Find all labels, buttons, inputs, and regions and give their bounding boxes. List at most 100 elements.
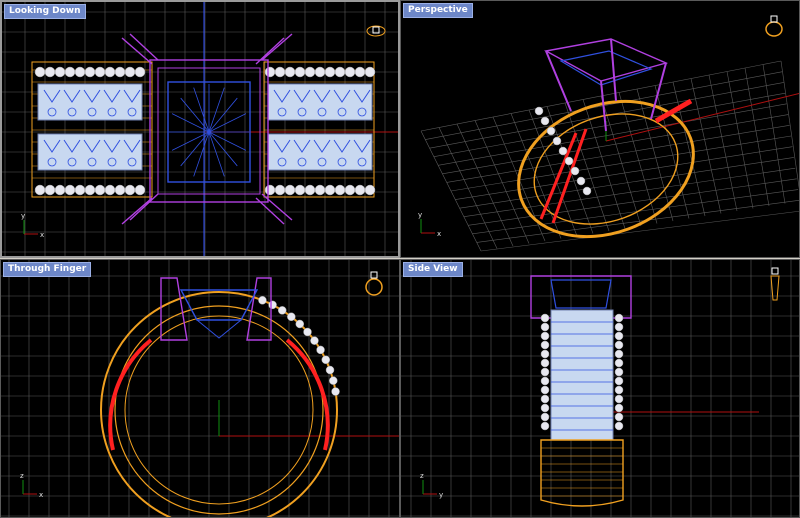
side-stone [314, 66, 326, 78]
side-stone [614, 367, 624, 377]
side-stone [614, 412, 624, 422]
side-stone [614, 322, 624, 332]
grid-lines [1, 260, 399, 517]
side-stone [104, 66, 116, 78]
pave-block [550, 309, 614, 441]
prong [610, 38, 617, 102]
side-stone [284, 66, 296, 78]
side-stone [304, 66, 316, 78]
viewport-looking-down[interactable]: Looking Down xy [0, 0, 400, 258]
side-stone [274, 66, 286, 78]
side-stone [582, 186, 592, 196]
side-stone [124, 184, 136, 196]
side-stone [54, 66, 66, 78]
side-stone [304, 184, 316, 196]
side-stone [294, 66, 306, 78]
triad-label-x: x [40, 231, 44, 239]
side-stone [552, 136, 562, 146]
viewport-through-finger[interactable]: Through Finger xz [0, 259, 400, 518]
side-stone [614, 358, 624, 368]
side-stone [540, 394, 550, 404]
side-stone [64, 184, 76, 196]
side-stone [540, 376, 550, 386]
side-stone [614, 403, 624, 413]
triad-label-x: x [39, 491, 43, 499]
side-stone [564, 156, 574, 166]
viewport-title[interactable]: Perspective [403, 3, 473, 18]
side-stone [614, 376, 624, 386]
side-stone [540, 116, 550, 126]
side-stone [344, 184, 356, 196]
side-stone [344, 66, 356, 78]
side-stone [540, 313, 550, 323]
side-stone [74, 66, 86, 78]
side-stone [614, 313, 624, 323]
triad-label-y: y [439, 491, 443, 499]
side-stone [558, 146, 568, 156]
side-stone [124, 66, 136, 78]
stone-facet [208, 131, 238, 167]
triad-label-z: z [420, 472, 424, 480]
side-stone [268, 300, 277, 310]
side-stone [274, 184, 286, 196]
side-stone [34, 66, 46, 78]
prong [255, 193, 293, 225]
side-stone [310, 336, 319, 345]
highlight-rail [108, 338, 153, 451]
side-stone [303, 327, 312, 337]
viewport-perspective[interactable]: Perspective x y [400, 0, 800, 258]
viewport-title[interactable]: Side View [403, 262, 463, 277]
side-stone [540, 340, 550, 350]
side-stone [334, 184, 346, 196]
ring-mini-icon [765, 15, 783, 37]
side-stone [134, 184, 146, 196]
side-stone [354, 184, 366, 196]
triad-label-y: y [418, 211, 422, 219]
viewport-side-view[interactable]: Side View yz [400, 259, 800, 518]
side-stone [84, 184, 96, 196]
side-stone [284, 184, 296, 196]
side-stone [540, 421, 550, 431]
viewport-title[interactable]: Through Finger [3, 262, 92, 277]
side-stone [295, 319, 305, 329]
side-stone [94, 184, 106, 196]
prong [160, 277, 272, 341]
side-stone [540, 367, 550, 377]
grid-through-finger: xz [1, 260, 399, 517]
side-stone [540, 412, 550, 422]
side-stone [277, 306, 287, 315]
side-stone [325, 365, 335, 375]
side-stone [321, 355, 331, 365]
side-stone [570, 166, 580, 176]
ring-mini-icon [366, 25, 386, 37]
side-stone [114, 66, 126, 78]
side-stone [614, 421, 624, 431]
side-stone [74, 184, 86, 196]
side-stone [540, 385, 550, 395]
side-stone [264, 66, 276, 78]
side-stone [114, 184, 126, 196]
side-stone [331, 387, 340, 396]
grid-side-view: yz [401, 260, 799, 517]
side-stone [64, 66, 76, 78]
stone-facet [196, 319, 242, 339]
side-stone [540, 349, 550, 359]
side-stone [84, 66, 96, 78]
side-stone [614, 394, 624, 404]
side-stone [614, 331, 624, 341]
highlight-rail [285, 338, 330, 451]
side-stone [324, 66, 336, 78]
side-stone [364, 66, 376, 78]
triad-label-x: x [437, 230, 441, 238]
side-stone [94, 66, 106, 78]
side-stone [540, 403, 550, 413]
side-stone [294, 184, 306, 196]
pave-block [37, 83, 143, 121]
viewport-title[interactable]: Looking Down [4, 4, 86, 19]
triad-label-z: z [20, 472, 24, 480]
side-stone [364, 184, 376, 196]
side-stone [540, 322, 550, 332]
side-stone [540, 358, 550, 368]
side-stone [534, 106, 544, 116]
grid-looking-down: xy [2, 2, 398, 256]
